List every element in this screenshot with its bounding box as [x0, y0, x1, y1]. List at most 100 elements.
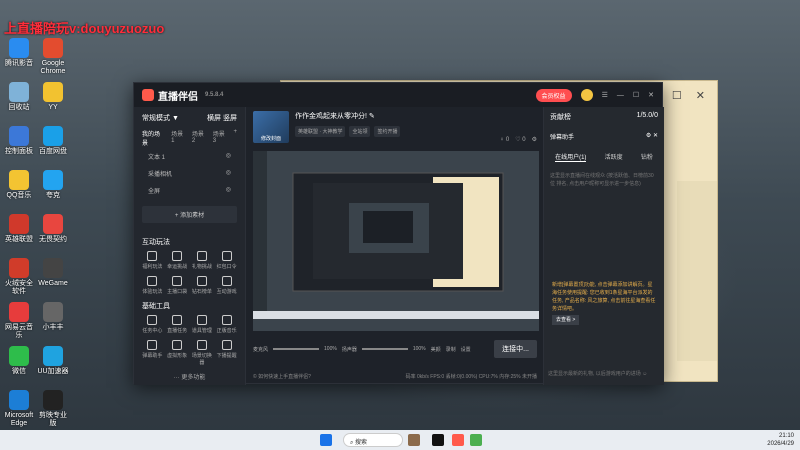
app-icon: [43, 82, 63, 102]
avatar[interactable]: [580, 89, 593, 101]
online-users-tip: 这里显示直播间在线观众 (按活跃值、日榜前30位 排名, 点击用户昵称可显示进一…: [550, 173, 654, 187]
tool-icon: [221, 251, 232, 261]
desktop-icon[interactable]: 剪映专业版: [36, 390, 70, 428]
tool-button[interactable]: 正版音乐: [214, 315, 239, 334]
add-source-button[interactable]: + 添加素材: [142, 206, 237, 223]
maximize-icon[interactable]: ☐: [672, 89, 682, 102]
desktop-icon[interactable]: QQ音乐: [2, 170, 36, 200]
help-link[interactable]: © 如何快速上手直播伴侣?: [253, 373, 311, 380]
app-icon[interactable]: [432, 434, 444, 446]
tool-button[interactable]: 弹幕助手: [140, 340, 165, 366]
tab-activity[interactable]: 活跃度: [605, 152, 623, 162]
tool-button[interactable]: 幸运挑战: [165, 251, 190, 270]
windows-start-icon[interactable]: [320, 434, 332, 446]
beauty-button[interactable]: 美颜: [431, 346, 441, 353]
tag-item[interactable]: 签约开播: [374, 126, 401, 137]
speaker-volume-slider[interactable]: [361, 348, 408, 350]
tag-item[interactable]: 全站领: [349, 126, 371, 137]
view-task-button[interactable]: 去查看 >: [552, 315, 580, 325]
desktop-icon[interactable]: UU加速器: [36, 346, 70, 376]
desktop-icon[interactable]: WeGame: [36, 258, 70, 288]
tool-button[interactable]: 主播口袋: [165, 276, 190, 295]
background-window-sidebar: [677, 181, 717, 361]
tool-button[interactable]: 直播任务: [165, 315, 190, 334]
tool-button[interactable]: 虚拟形象: [165, 340, 190, 366]
desktop-icon[interactable]: Google Chrome: [36, 38, 70, 76]
desktop-icon[interactable]: 夸克: [36, 170, 70, 200]
desktop-icon[interactable]: 网易云音乐: [2, 302, 36, 340]
cover-image[interactable]: 修改封面: [253, 111, 289, 143]
desktop-icon-label: 火绒安全软件: [5, 280, 33, 295]
desktop-icon-label: 剪映专业版: [39, 412, 67, 427]
tool-button[interactable]: 体验玩法: [140, 276, 165, 295]
desktop-icon[interactable]: 火绒安全软件: [2, 258, 36, 296]
desktop-icon[interactable]: 控制面板: [2, 126, 36, 156]
settings-icon[interactable]: ⚙: [532, 136, 537, 143]
app-icon: [9, 170, 29, 190]
scene-tab-1[interactable]: 场景1: [171, 129, 186, 147]
tool-button[interactable]: 任务中心: [140, 315, 165, 334]
taskbar-search[interactable]: ⌕ 搜索: [343, 433, 403, 447]
app-icon[interactable]: [452, 434, 464, 446]
start-live-button[interactable]: 连接中...: [494, 340, 537, 358]
mic-volume-slider[interactable]: [273, 348, 320, 350]
live-companion-window[interactable]: 直播伴侣 9.5.8.4 会员权益 ☰ — ☐ ✕ 常规模式 ▼ 横屏 竖屏 我…: [133, 82, 664, 385]
tool-label: 幸运挑战: [167, 264, 188, 270]
app-icon[interactable]: [470, 434, 482, 446]
right-panel: 贡献榜 1/5.0/0 弹幕助手 ⚙ ✕ 在线用户(1) 活跃度 钻粉 这里显示…: [543, 107, 664, 385]
desktop-icon[interactable]: 微信: [2, 346, 36, 376]
desktop-icon[interactable]: YY: [36, 82, 70, 112]
tool-icon: [221, 340, 232, 350]
desktop-icon[interactable]: 百度网盘: [36, 126, 70, 156]
add-scene-button[interactable]: +: [233, 129, 237, 147]
danmu-settings-icon[interactable]: ⚙ ✕: [646, 132, 658, 141]
desktop-icon-label: 回收站: [8, 104, 30, 111]
settings-button[interactable]: 设置: [461, 346, 471, 353]
more-functions-button[interactable]: ··· 更多功能: [134, 372, 245, 381]
source-item[interactable]: 全屏 ◎: [142, 183, 237, 198]
close-icon[interactable]: ✕: [696, 89, 705, 102]
desktop-icon-label: 百度网盘: [39, 148, 67, 155]
tool-button[interactable]: 福利玩法: [140, 251, 165, 270]
desktop-icon-label: UU加速器: [37, 368, 69, 375]
tool-button[interactable]: 场景切换器: [190, 340, 215, 366]
desktop-icon[interactable]: Microsoft Edge: [2, 390, 36, 428]
tool-button[interactable]: 礼物挑战: [190, 251, 215, 270]
mixer-bar: 麦克风 100% 扬声器 100% 美颜 录制 设置 连接中...: [247, 337, 543, 361]
tab-online-users[interactable]: 在线用户(1): [555, 152, 587, 162]
menu-icon[interactable]: ☰: [602, 91, 608, 99]
orientation-toggle[interactable]: 横屏 竖屏: [207, 113, 237, 123]
tool-label: 道具管理: [191, 328, 212, 334]
close-icon[interactable]: ✕: [648, 91, 654, 99]
contribution-tab[interactable]: 贡献榜: [550, 112, 571, 122]
app-title: 直播伴侣: [158, 91, 198, 103]
tool-button[interactable]: 下播提醒: [214, 340, 239, 366]
tool-button[interactable]: 互动游戏: [214, 276, 239, 295]
source-item[interactable]: 采播相机 ◎: [142, 166, 237, 181]
desktop-icon[interactable]: 无畏契约: [36, 214, 70, 244]
source-item[interactable]: 文本 1 ◎: [142, 149, 237, 164]
maximize-icon[interactable]: ☐: [633, 91, 639, 99]
app-version: 9.5.8.4: [205, 92, 224, 98]
system-clock[interactable]: 21:10 2026/4/29: [767, 432, 794, 448]
gift-feed-tip: 这里显示最新的礼物, 以后游戏用户的进场 ☺: [548, 371, 648, 377]
desktop-icon[interactable]: 回收站: [2, 82, 36, 112]
desktop-icon[interactable]: 英雄联盟: [2, 214, 36, 244]
scene-tab-3[interactable]: 场景3: [213, 129, 228, 147]
mode-selector[interactable]: 常规模式 ▼: [142, 113, 179, 123]
tool-label: 互动游戏: [216, 289, 237, 295]
tool-button[interactable]: 钻石榜单: [190, 276, 215, 295]
desktop-icon[interactable]: 小丰丰: [36, 302, 70, 332]
minimize-icon[interactable]: —: [617, 92, 624, 99]
member-button[interactable]: 会员权益: [535, 88, 572, 102]
stream-title[interactable]: 作作金鸡起来从零冲分! ✎: [295, 111, 400, 121]
scene-tab-2[interactable]: 场景2: [192, 129, 207, 147]
tab-diamond-fans[interactable]: 钻粉: [641, 152, 653, 162]
stream-preview[interactable]: [253, 151, 539, 331]
record-button[interactable]: 录制: [446, 346, 456, 353]
category-tag[interactable]: 英雄联盟 · 大神教学: [295, 126, 346, 137]
desktop-icon[interactable]: 腾讯影音: [2, 38, 36, 68]
app-icon[interactable]: [408, 434, 420, 446]
tool-button[interactable]: 红包口令: [214, 251, 239, 270]
tool-button[interactable]: 道具管理: [190, 315, 215, 334]
